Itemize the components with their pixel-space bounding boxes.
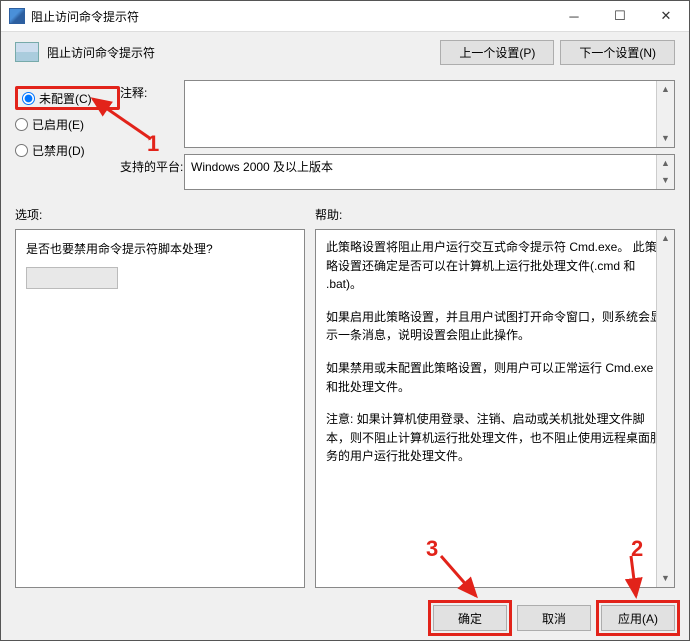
options-label: 选项:: [15, 206, 315, 223]
radio-disabled[interactable]: 已禁用(D): [15, 138, 120, 162]
next-setting-button[interactable]: 下一个设置(N): [560, 40, 675, 65]
platform-label: 支持的平台:: [120, 154, 184, 190]
scrollbar[interactable]: ▲▼: [656, 230, 674, 587]
window-title: 阻止访问命令提示符: [31, 8, 551, 25]
close-button[interactable]: ✕: [643, 1, 689, 31]
policy-heading: 阻止访问命令提示符: [47, 44, 155, 61]
cancel-button[interactable]: 取消: [517, 605, 591, 631]
maximize-button[interactable]: ☐: [597, 1, 643, 31]
radio-not-configured[interactable]: 未配置(C): [15, 86, 120, 110]
scrollbar[interactable]: ▲▼: [656, 81, 674, 147]
column-labels: 选项: 帮助:: [1, 202, 689, 225]
radio-enabled-input[interactable]: [15, 118, 28, 131]
radio-not-configured-input[interactable]: [22, 92, 35, 105]
scrollbar[interactable]: ▲▼: [656, 155, 674, 189]
toolbar: 阻止访问命令提示符 上一个设置(P) 下一个设置(N): [1, 32, 689, 72]
options-question: 是否也要禁用命令提示符脚本处理?: [26, 240, 294, 257]
previous-setting-button[interactable]: 上一个设置(P): [440, 40, 554, 65]
policy-icon: [15, 42, 39, 62]
radio-enabled-label: 已启用(E): [32, 116, 84, 133]
help-p1: 此策略设置将阻止用户运行交互式命令提示符 Cmd.exe。 此策略设置还确定是否…: [326, 238, 664, 294]
details-section: 是否也要禁用命令提示符脚本处理? 此策略设置将阻止用户运行交互式命令提示符 Cm…: [1, 225, 689, 596]
radio-enabled[interactable]: 已启用(E): [15, 112, 120, 136]
state-radio-group: 未配置(C) 已启用(E) 已禁用(D): [15, 80, 120, 196]
platform-value: Windows 2000 及以上版本: [185, 155, 339, 178]
titlebar: 阻止访问命令提示符 ─ ☐ ✕: [1, 1, 689, 32]
apply-button[interactable]: 应用(A): [601, 605, 675, 631]
gpedit-policy-dialog: 阻止访问命令提示符 ─ ☐ ✕ 阻止访问命令提示符 上一个设置(P) 下一个设置…: [0, 0, 690, 641]
radio-disabled-input[interactable]: [15, 144, 28, 157]
help-p4: 注意: 如果计算机使用登录、注销、启动或关机批处理文件脚本，则不阻止计算机运行批…: [326, 410, 664, 466]
dialog-footer: 确定 取消 应用(A): [1, 596, 689, 640]
comment-label: 注释:: [120, 80, 184, 148]
minimize-button[interactable]: ─: [551, 1, 597, 31]
help-panel: 此策略设置将阻止用户运行交互式命令提示符 Cmd.exe。 此策略设置还确定是否…: [315, 229, 675, 588]
radio-disabled-label: 已禁用(D): [32, 142, 85, 159]
radio-not-configured-label: 未配置(C): [39, 90, 92, 107]
help-label: 帮助:: [315, 206, 342, 223]
comment-textarea[interactable]: ▲▼: [184, 80, 675, 148]
options-panel: 是否也要禁用命令提示符脚本处理?: [15, 229, 305, 588]
ok-button[interactable]: 确定: [433, 605, 507, 631]
config-section: 未配置(C) 已启用(E) 已禁用(D) 注释: ▲▼ 支持的平台: W: [1, 72, 689, 202]
help-p2: 如果启用此策略设置，并且用户试图打开命令窗口，则系统会显示一条消息，说明设置会阻…: [326, 308, 664, 345]
help-p3: 如果禁用或未配置此策略设置，则用户可以正常运行 Cmd.exe 和批处理文件。: [326, 359, 664, 396]
app-icon: [9, 8, 25, 24]
options-dropdown[interactable]: [26, 267, 118, 289]
supported-platform-box: Windows 2000 及以上版本 ▲▼: [184, 154, 675, 190]
